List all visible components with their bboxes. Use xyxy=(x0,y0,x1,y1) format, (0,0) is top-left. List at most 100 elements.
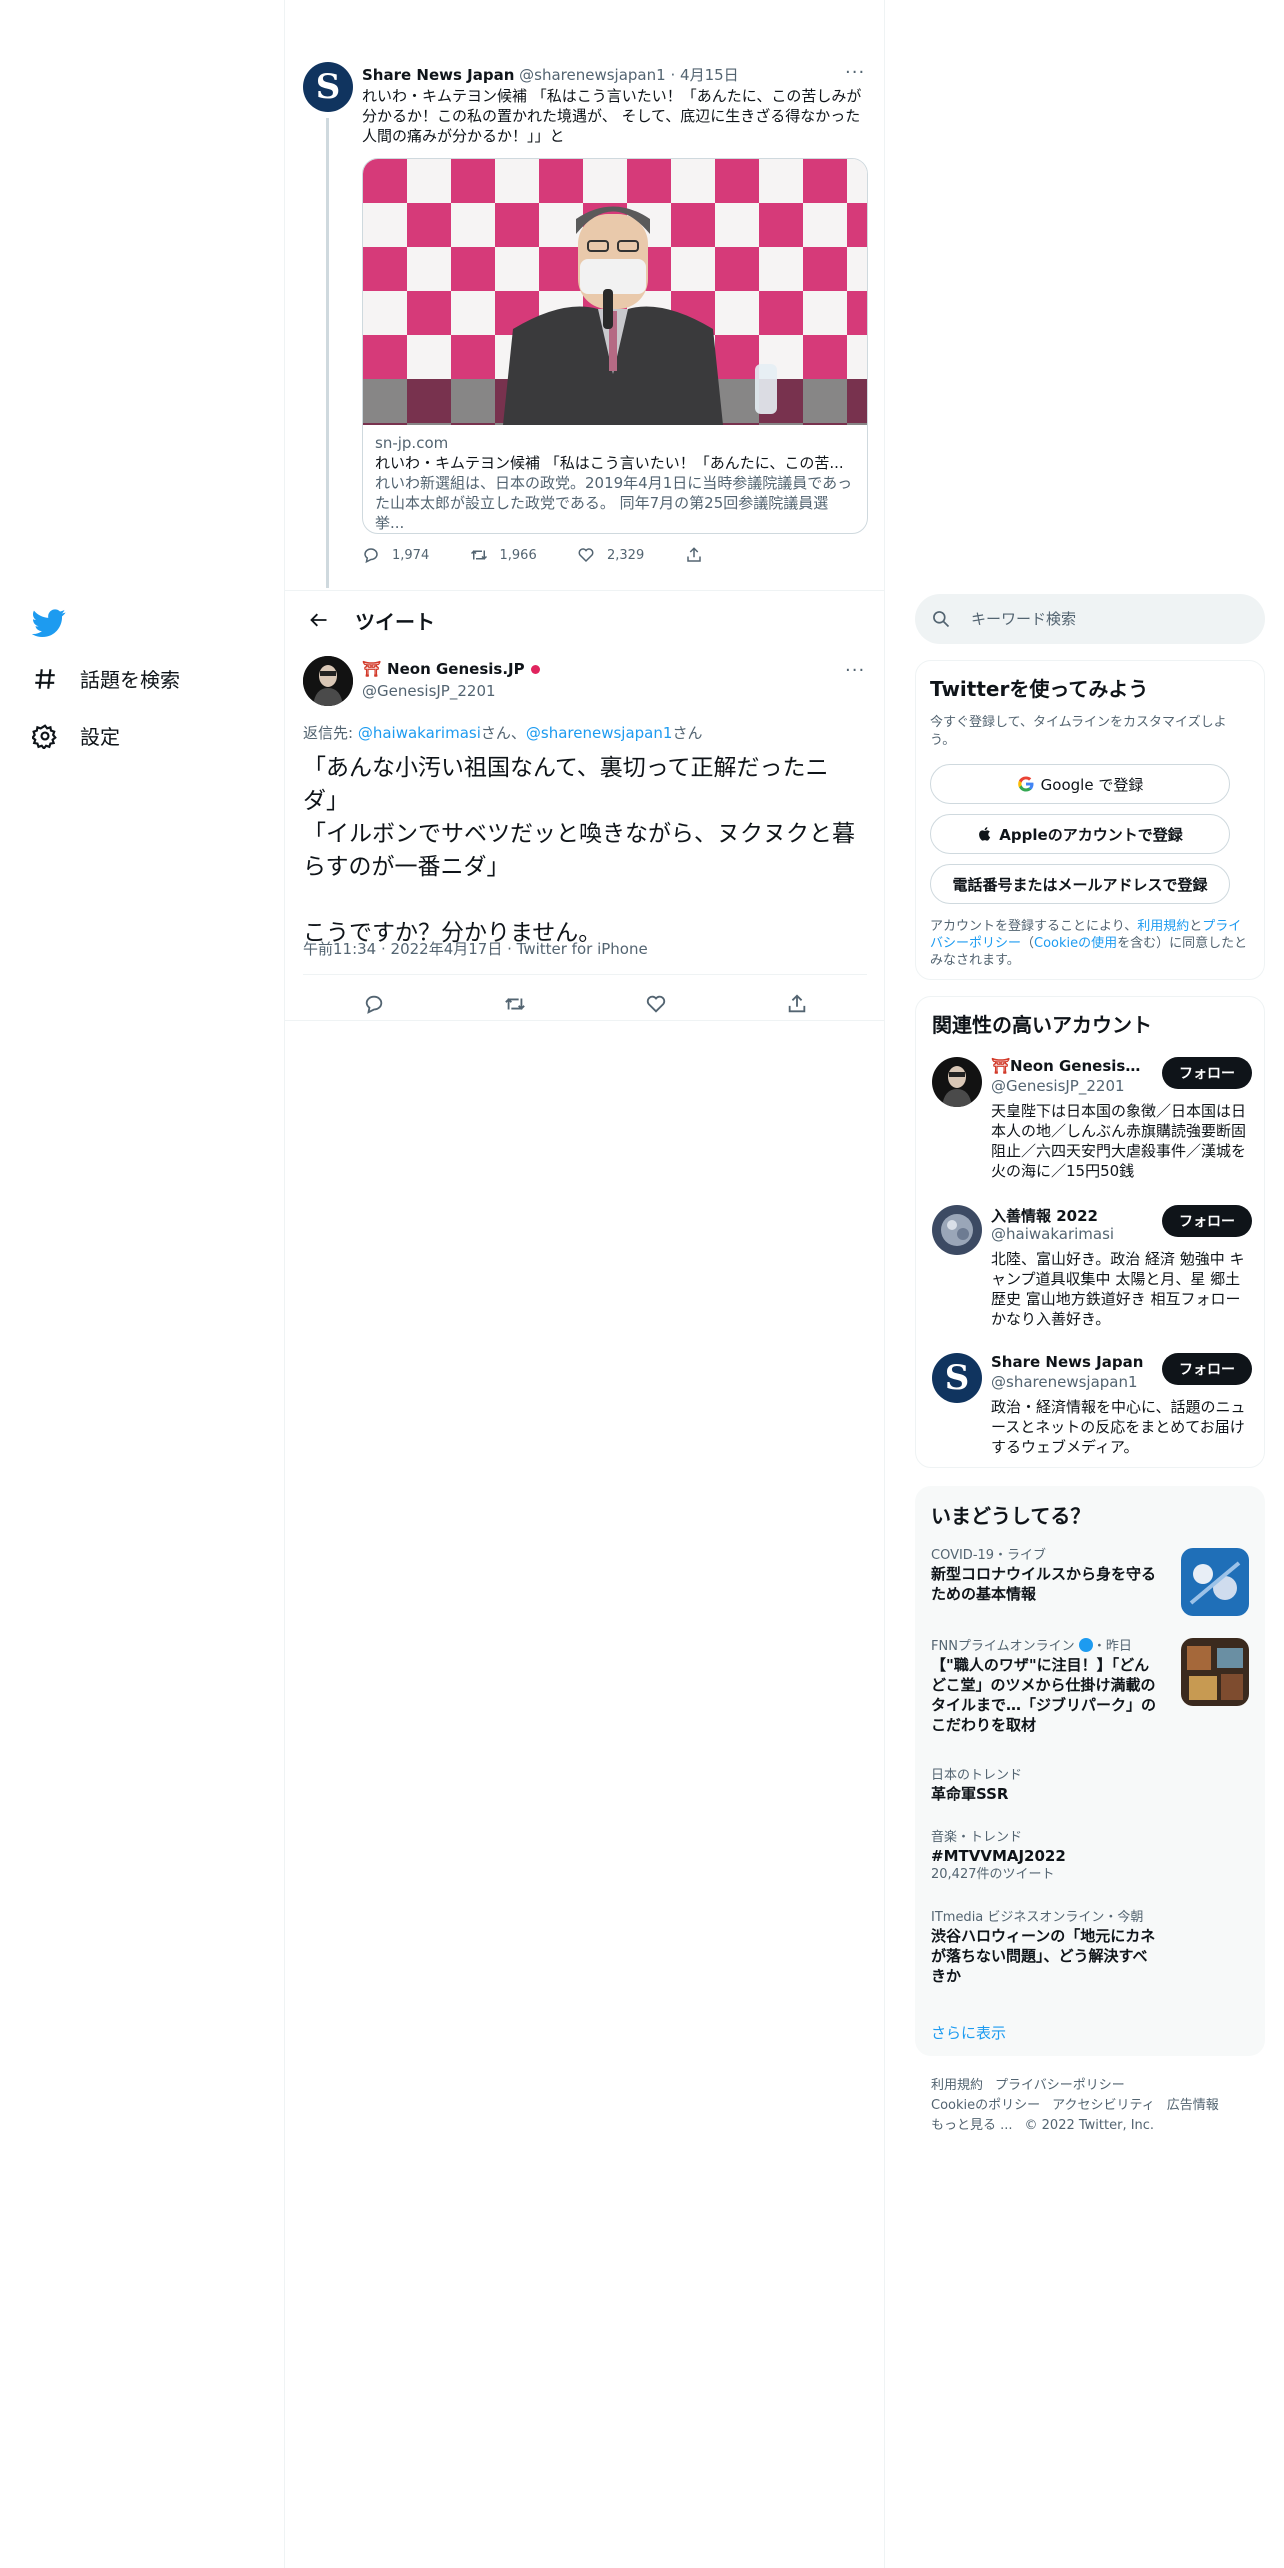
retweet-icon xyxy=(470,550,487,560)
twitter-logo-icon[interactable] xyxy=(32,606,66,640)
account-name[interactable]: Share News Japan xyxy=(991,1353,1146,1371)
accounts-title: 関連性の高いアカウント xyxy=(932,1013,1152,1037)
retweet-count: 1,966 xyxy=(499,547,537,563)
retweet-icon[interactable] xyxy=(504,993,526,1015)
apple-signup-button[interactable]: Appleのアカウントで登録 xyxy=(930,814,1230,854)
trend-time: ・昨日 xyxy=(1092,1639,1132,1654)
link-card[interactable]: sn-jp.com れいわ・キムテヨン候補 「私はこう言いたい！「あんたに、この… xyxy=(362,158,868,534)
back-button[interactable] xyxy=(297,598,341,642)
footer-link[interactable]: 広告情報 xyxy=(1167,2098,1219,2113)
divider xyxy=(303,974,867,975)
account-handle[interactable]: @GenesisJP_2201 xyxy=(991,1077,1125,1095)
footer-link[interactable]: 利用規約 xyxy=(931,2078,983,2093)
hashtag-icon xyxy=(35,668,55,689)
show-more-link[interactable]: さらに表示 xyxy=(931,2022,1006,2043)
card-title: れいわ・キムテヨン候補 「私はこう言いたい！「あんたに、この苦... xyxy=(375,454,844,472)
account-handle[interactable]: @haiwakarimasi xyxy=(991,1225,1114,1243)
google-signup-button[interactable]: Google で登録 xyxy=(930,764,1230,804)
footer-link[interactable]: プライバシーポリシー xyxy=(995,2078,1125,2093)
heart-icon[interactable] xyxy=(645,993,667,1015)
follow-button[interactable]: フォロー xyxy=(1162,1057,1252,1089)
avatar[interactable]: S xyxy=(932,1353,982,1403)
reply-suffix: さん xyxy=(672,724,703,742)
trend-title: 渋谷ハロウィーンの「地元にカネが落ちない問題」、どう解決すべきか xyxy=(931,1927,1156,1985)
divider xyxy=(285,1020,885,1021)
trends-panel: いまどうしてる？ COVID-19・ライブ 新型コロナウイルスから身を守るための… xyxy=(915,1486,1265,2056)
trends-title: いまどうしてる？ xyxy=(931,1504,1091,1528)
tweet-text: れいわ・キムテヨン候補 「私はこう言いたい！「あんたに、この苦しみが分かるか！こ… xyxy=(362,87,862,145)
account-bio: 北陸、富山好き。政治 経済 勉強中 キャンプ道具収集中 太陽と月、星 郷土歴史 … xyxy=(991,1250,1245,1328)
verified-badge-icon xyxy=(1078,1638,1093,1652)
terms-text: （ xyxy=(1021,936,1035,951)
trend-time: ・今朝 xyxy=(1104,1910,1144,1925)
thread-line xyxy=(326,118,329,588)
trend-item[interactable]: 音楽・トレンド #MTVVMAJ2022 20,427件のツイート xyxy=(931,1830,1249,1884)
footer-link[interactable]: アクセシビリティ xyxy=(1052,2098,1155,2113)
share-button[interactable] xyxy=(685,546,793,564)
tweet-text: 「あんな小汚い祖国なんて、裏切って正解だったニダ」 「イルボンでサベツだッと喚き… xyxy=(303,755,855,946)
tweet-meta[interactable]: 午前11:34 · 2022年4月17日 · Twitter for iPhon… xyxy=(303,938,648,959)
avatar[interactable] xyxy=(932,1057,982,1107)
trend-title: #MTVVMAJ2022 xyxy=(931,1847,1066,1865)
more-icon[interactable]: ··· xyxy=(845,62,865,83)
back-arrow-icon xyxy=(310,613,327,627)
avatar[interactable]: S xyxy=(303,62,353,112)
trend-meta: 日本のトレンド xyxy=(931,1768,1023,1783)
signup-title: Twitterを使ってみよう xyxy=(930,677,1149,701)
trend-count: 20,427件のツイート xyxy=(931,1867,1055,1882)
gear-icon xyxy=(32,723,57,749)
share-icon xyxy=(686,547,701,562)
footer-link[interactable]: Cookieのポリシー xyxy=(931,2098,1040,2113)
trend-item[interactable]: 日本のトレンド 革命軍SSR xyxy=(931,1768,1249,1804)
terms-text: と xyxy=(1189,919,1203,934)
account-handle[interactable]: @sharenewsjapan1 xyxy=(991,1373,1138,1391)
cookie-link[interactable]: Cookieの使用 xyxy=(1034,936,1117,951)
reply-separator: さん、 xyxy=(480,724,526,742)
follow-button[interactable]: フォロー xyxy=(1162,1353,1252,1385)
retweet-button[interactable]: 1,966 xyxy=(470,546,578,564)
phone-email-signup-button[interactable]: 電話番号またはメールアドレスで登録 xyxy=(930,864,1230,904)
follow-button[interactable]: フォロー xyxy=(1162,1205,1252,1237)
mention-link[interactable]: @sharenewsjapan1 xyxy=(526,724,673,742)
trend-title: 【"職人のワザ"に注目！】「どんどこ堂」のツメから仕掛け満載のタイルまで…「ジブ… xyxy=(931,1656,1157,1734)
author-name[interactable]: Share News Japan xyxy=(362,66,514,84)
trend-item[interactable]: ITmedia ビジネスオンライン・今朝 渋谷ハロウィーンの「地元にカネが落ちな… xyxy=(931,1910,1249,1986)
search-box[interactable] xyxy=(915,594,1265,644)
google-signup-label: Google で登録 xyxy=(1040,775,1144,794)
copyright: © 2022 Twitter, Inc. xyxy=(1024,2118,1155,2133)
footer-link[interactable]: もっと見る ... xyxy=(931,2118,1013,2133)
like-button[interactable]: 2,329 xyxy=(577,546,685,564)
signup-panel: Twitterを使ってみよう 今すぐ登録して、タイムラインをカスタマイズしよう。… xyxy=(915,660,1265,980)
signup-description: 今すぐ登録して、タイムラインをカスタマイズしよう。 xyxy=(930,715,1227,748)
reply-count: 1,974 xyxy=(392,547,430,563)
nav-explore[interactable]: 話題を検索 xyxy=(32,664,180,693)
reply-icon[interactable] xyxy=(363,993,385,1015)
avatar[interactable] xyxy=(932,1205,982,1255)
mention-link[interactable]: @haiwakarimasi xyxy=(358,724,481,742)
card-domain: sn-jp.com xyxy=(375,434,449,452)
tweet-date[interactable]: 4月15日 xyxy=(680,66,739,84)
reply-button[interactable]: 1,974 xyxy=(362,546,470,564)
author-name[interactable]: ⛩ Neon Genesis.JP xyxy=(362,660,540,678)
account-name[interactable]: ⛩Neon Genesis.JP... xyxy=(991,1057,1146,1075)
trend-source: FNNプライムオンライン xyxy=(931,1639,1075,1654)
account-name[interactable]: 入善情報 2022 xyxy=(991,1205,1146,1226)
nav-settings[interactable]: 設定 xyxy=(32,721,120,750)
torii-icon: ⛩ xyxy=(991,1057,1011,1075)
search-input[interactable] xyxy=(971,610,1241,628)
reply-icon xyxy=(364,548,378,564)
torii-icon: ⛩ xyxy=(362,660,382,678)
trend-item[interactable]: COVID-19・ライブ 新型コロナウイルスから身を守るための基本情報 xyxy=(931,1548,1249,1616)
author-handle[interactable]: @GenesisJP_2201 xyxy=(362,682,496,700)
trend-meta: ITmedia ビジネスオンライン・今朝 xyxy=(931,1910,1249,1926)
avatar[interactable] xyxy=(303,656,353,706)
nav-explore-label: 話題を検索 xyxy=(80,668,180,692)
right-sidebar: Twitterを使ってみよう 今すぐ登録して、タイムラインをカスタマイズしよう。… xyxy=(915,0,1265,2568)
share-icon[interactable] xyxy=(786,993,808,1015)
author-handle[interactable]: @sharenewsjapan1 xyxy=(519,66,666,84)
terms-link[interactable]: 利用規約 xyxy=(1137,919,1189,934)
trend-thumbnail xyxy=(1181,1638,1249,1706)
trend-item[interactable]: FNNプライムオンライン ・昨日 【"職人のワザ"に注目！】「どんどこ堂」のツメ… xyxy=(931,1638,1249,1735)
more-icon[interactable]: ··· xyxy=(845,660,865,681)
apple-icon xyxy=(979,827,991,841)
